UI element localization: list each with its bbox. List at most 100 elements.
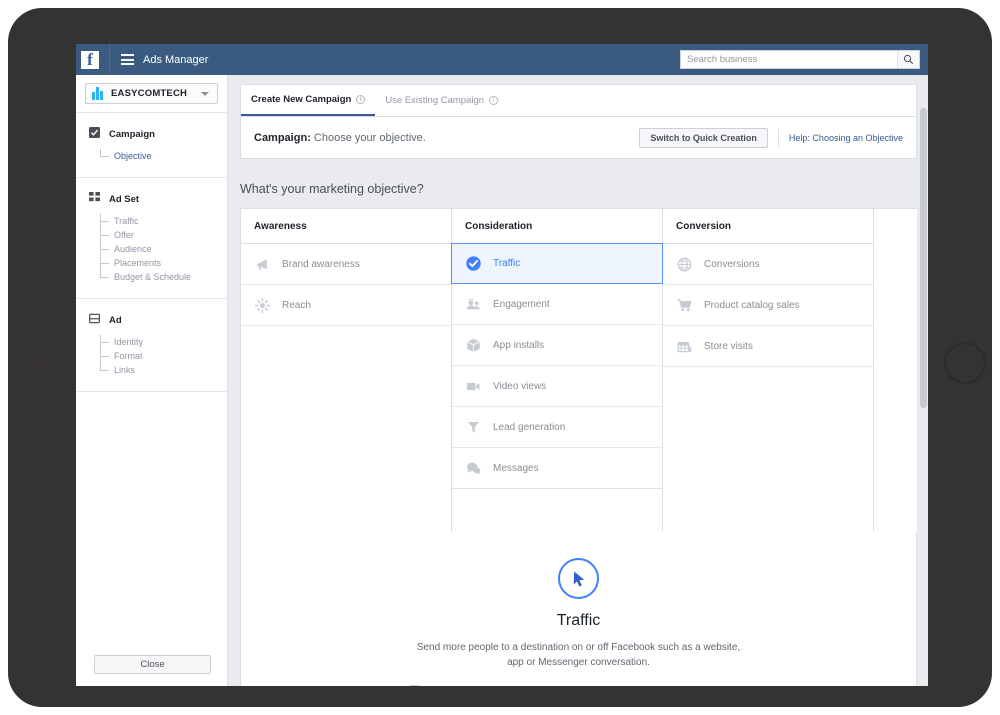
- main-content: Create New Campaign i Use Existing Campa…: [229, 75, 928, 686]
- cursor-arrow-circle-icon: [558, 558, 599, 599]
- objective-option-reach[interactable]: Reach: [241, 285, 451, 326]
- switch-to-quick-creation-button[interactable]: Switch to Quick Creation: [639, 127, 768, 148]
- option-label: Engagement: [493, 298, 550, 310]
- people-icon: [465, 296, 482, 313]
- account-selector[interactable]: EASYCOMTECH: [85, 83, 218, 104]
- search-icon[interactable]: [897, 51, 919, 68]
- objective-option-store-visits[interactable]: Store visits: [663, 326, 873, 367]
- objective-column-consideration: Consideration Traffic Engagement App ins…: [451, 209, 663, 532]
- sidebar-item-format[interactable]: Format: [100, 342, 227, 363]
- objective-question: What's your marketing objective?: [240, 182, 424, 196]
- top-navigation-bar: f Ads Manager: [76, 44, 928, 75]
- app-title: Ads Manager: [143, 53, 209, 66]
- search-business-box[interactable]: [680, 50, 920, 69]
- sidebar-item-audience[interactable]: Audience: [100, 235, 227, 256]
- objective-option-lead-generation[interactable]: Lead generation: [452, 407, 662, 448]
- objective-option-video-views[interactable]: Video views: [452, 366, 662, 407]
- objective-column-conversion: Conversion Conversions Product catalog s…: [663, 209, 874, 532]
- search-input[interactable]: [681, 51, 897, 68]
- help-choosing-objective-link[interactable]: Help: Choosing an Objective: [789, 133, 903, 143]
- sidebar-item-placements[interactable]: Placements: [100, 249, 227, 270]
- option-label: Store visits: [704, 340, 753, 352]
- facebook-logo-icon[interactable]: f: [81, 50, 99, 69]
- scrollbar-track[interactable]: [919, 75, 928, 686]
- sidebar-group-campaign: Campaign Objective: [76, 113, 227, 177]
- sidebar-item-ad-set[interactable]: Ad Set: [76, 190, 227, 208]
- burst-icon: [254, 297, 271, 314]
- detail-title: Traffic: [556, 612, 601, 629]
- sidebar-item-links[interactable]: Links: [100, 356, 227, 377]
- tab-use-existing-campaign[interactable]: Use Existing Campaign i: [375, 85, 508, 116]
- close-button[interactable]: Close: [94, 655, 211, 674]
- column-header: Awareness: [241, 209, 451, 244]
- option-label: Reach: [282, 299, 311, 311]
- info-icon[interactable]: i: [489, 96, 499, 105]
- option-label: Lead generation: [493, 421, 566, 433]
- column-header: Conversion: [663, 209, 873, 244]
- campaign-header-bar: Campaign: Choose your objective. Switch …: [240, 116, 917, 159]
- split-test-label-bold: Create Split Test:: [433, 685, 506, 686]
- screen: f Ads Manager EASYCOMTECH: [76, 44, 928, 686]
- objective-detail-panel: Traffic Send more people to a destinatio…: [240, 532, 917, 686]
- sidebar-item-label: Budget & Schedule: [114, 272, 192, 282]
- ad-window-icon: [89, 311, 100, 329]
- option-label: Product catalog sales: [704, 299, 800, 311]
- divider: [109, 44, 110, 75]
- sidebar-item-traffic[interactable]: Traffic: [100, 214, 227, 228]
- sidebar-item-budget-schedule[interactable]: Budget & Schedule: [100, 263, 227, 284]
- box-icon: [465, 337, 482, 354]
- campaign-tabs: Create New Campaign i Use Existing Campa…: [240, 84, 917, 116]
- objective-option-brand-awareness[interactable]: Brand awareness: [241, 244, 451, 285]
- sidebar-group-label: Ad Set: [109, 193, 140, 205]
- sidebar-item-offer[interactable]: Offer: [100, 221, 227, 242]
- campaign-prefix: Campaign: [254, 131, 308, 144]
- sidebar-group-label: Ad: [109, 314, 122, 326]
- sidebar-item-identity[interactable]: Identity: [100, 335, 227, 349]
- sidebar-item-label: Placements: [114, 258, 162, 268]
- tab-label: Use Existing Campaign: [385, 95, 485, 106]
- campaign-separator: :: [307, 131, 314, 144]
- checkbox-filled-icon: [89, 125, 100, 143]
- sidebar-sublist: Identity Format Links: [100, 335, 227, 377]
- sidebar-item-label: Links: [114, 365, 136, 375]
- option-label: Video views: [493, 380, 547, 392]
- split-test-row: Create Split Test: Use this ad campaign …: [408, 684, 749, 686]
- detail-description: Send more people to a destination on or …: [416, 642, 741, 668]
- sidebar-item-label: Objective: [114, 151, 152, 161]
- hamburger-menu-icon[interactable]: [121, 54, 134, 65]
- sidebar-item-ad[interactable]: Ad: [76, 311, 227, 329]
- camera-dot: [37, 358, 47, 368]
- column-filler: [663, 367, 873, 491]
- tab-create-new-campaign[interactable]: Create New Campaign i: [241, 85, 376, 116]
- chevron-down-icon[interactable]: [201, 91, 209, 96]
- shopping-cart-icon: [676, 297, 693, 314]
- objective-option-engagement[interactable]: Engagement: [452, 284, 662, 325]
- home-button[interactable]: [944, 342, 986, 384]
- divider: [777, 128, 779, 147]
- storefront-icon: [676, 338, 693, 355]
- info-icon[interactable]: i: [356, 95, 366, 104]
- option-label: Traffic: [493, 258, 521, 269]
- option-label: Brand awareness: [282, 258, 360, 270]
- globe-icon: [676, 256, 693, 273]
- split-test-checkbox[interactable]: [408, 685, 420, 686]
- tablet-device-frame: f Ads Manager EASYCOMTECH: [8, 8, 992, 707]
- sidebar-group-label: Campaign: [109, 128, 155, 140]
- option-label: App installs: [493, 339, 545, 351]
- bars-logo-icon: [92, 87, 105, 100]
- sidebar-group-ad-set: Ad Set Traffic Offer Audience Placements…: [76, 178, 227, 298]
- scrollbar-thumb[interactable]: [920, 108, 927, 408]
- column-filler: [241, 326, 451, 532]
- objective-option-product-catalog-sales[interactable]: Product catalog sales: [663, 285, 873, 326]
- objective-option-traffic[interactable]: Traffic: [451, 243, 663, 284]
- objective-option-app-installs[interactable]: App installs: [452, 325, 662, 366]
- objective-option-messages[interactable]: Messages: [452, 448, 662, 489]
- campaign-instruction: Campaign: Choose your objective.: [254, 132, 426, 144]
- sidebar: EASYCOMTECH Campaign Objective Ad Set Tr…: [76, 75, 228, 686]
- video-camera-icon: [465, 378, 482, 395]
- sidebar-item-campaign[interactable]: Campaign: [76, 125, 227, 143]
- objective-option-conversions[interactable]: Conversions: [663, 244, 873, 285]
- sidebar-item-objective[interactable]: Objective: [100, 149, 227, 163]
- grid-squares-icon: [89, 190, 100, 208]
- sidebar-item-label: Traffic: [114, 216, 139, 226]
